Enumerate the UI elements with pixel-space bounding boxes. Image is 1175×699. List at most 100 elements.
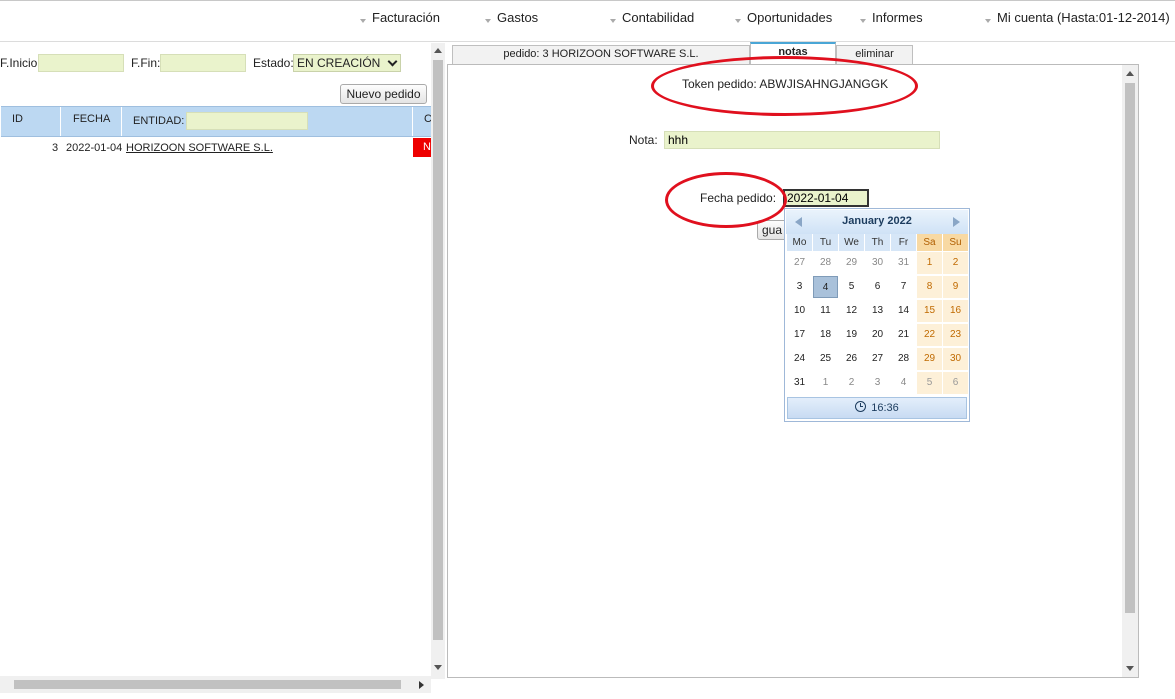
dropdown-arrow-icon [610,18,616,23]
nota-input[interactable] [664,131,940,149]
calendar-day[interactable]: 10 [787,300,812,322]
calendar-day[interactable]: 27 [865,348,890,370]
dropdown-arrow-icon [360,18,366,23]
nav-contabilidad[interactable]: Contabilidad [610,10,694,25]
f-inicio-label: F.Inicio: [0,56,41,70]
scroll-thumb[interactable] [1125,83,1135,613]
row-fecha: 2022-01-04 [66,142,123,154]
weekday-label: Fr [891,234,916,251]
pane-splitter-scrollbar[interactable] [431,43,445,679]
calendar-header: January 2022 [786,210,968,234]
calendar-day[interactable]: 8 [917,276,942,298]
calendar-day[interactable]: 21 [891,324,916,346]
scroll-up-icon[interactable] [1126,71,1134,76]
token-pedido-text: Token pedido: ABWJISAHNGJANGGK [682,77,889,91]
calendar-day[interactable]: 18 [813,324,838,346]
calendar-day[interactable]: 6 [943,372,968,394]
nota-label: Nota: [629,133,658,147]
dropdown-arrow-icon [860,18,866,23]
col-fecha[interactable]: FECHA [62,107,122,136]
calendar-day[interactable]: 17 [787,324,812,346]
scroll-up-icon[interactable] [434,48,442,53]
fecha-pedido-label: Fecha pedido: [700,191,777,205]
tab-pedido[interactable]: pedido: 3 HORIZOON SOFTWARE S.L. [452,45,750,64]
scroll-thumb[interactable] [433,60,443,640]
nav-oportunidades[interactable]: Oportunidades [735,10,832,25]
orders-list-pane: F.Inicio: F.Fin: Estado: EN CREACIÓN Nue… [0,43,432,693]
chevron-down-icon [387,56,398,67]
calendar-day[interactable]: 28 [813,252,838,274]
left-horizontal-scrollbar[interactable] [0,676,431,693]
calendar-day[interactable]: 11 [813,300,838,322]
nav-mi-cuenta[interactable]: Mi cuenta (Hasta:01-12-2014) [985,10,1170,25]
calendar-day[interactable]: 16 [943,300,968,322]
calendar-day[interactable]: 2 [839,372,864,394]
calendar-day[interactable]: 28 [891,348,916,370]
calendar-month-title: January 2022 [842,215,912,227]
dropdown-arrow-icon [985,18,991,23]
calendar-day[interactable]: 3 [865,372,890,394]
weekday-label: We [839,234,864,251]
nav-gastos[interactable]: Gastos [485,10,538,25]
scroll-down-icon[interactable] [1126,666,1134,671]
next-month-icon[interactable] [953,217,960,227]
calendar-day[interactable]: 2 [943,252,968,274]
calendar-day[interactable]: 14 [891,300,916,322]
calendar-day[interactable]: 24 [787,348,812,370]
estado-select[interactable]: EN CREACIÓN [293,54,401,72]
calendar-day[interactable]: 29 [917,348,942,370]
f-fin-input[interactable] [160,54,246,72]
weekday-label: Tu [813,234,838,251]
top-navigation: Facturación Gastos Contabilidad Oportuni… [0,0,1175,42]
calendar-day[interactable]: 3 [787,276,812,298]
calendar-day[interactable]: 1 [917,252,942,274]
calendar-day[interactable]: 5 [839,276,864,298]
scroll-right-icon[interactable] [419,681,424,689]
calendar-day[interactable]: 31 [787,372,812,394]
scroll-down-icon[interactable] [434,665,442,670]
tab-eliminar[interactable]: eliminar [836,45,913,64]
entidad-filter-input[interactable] [186,112,308,130]
weekday-label: Th [865,234,890,251]
fecha-pedido-input[interactable] [783,189,869,207]
row-entidad-link[interactable]: HORIZOON SOFTWARE S.L. [126,142,273,154]
calendar-day[interactable]: 5 [917,372,942,394]
col-id[interactable]: ID [1,107,61,136]
scroll-thumb[interactable] [14,680,401,689]
calendar-day[interactable]: 13 [865,300,890,322]
calendar-day[interactable]: 19 [839,324,864,346]
calendar-day[interactable]: 30 [943,348,968,370]
calendar-day[interactable]: 15 [917,300,942,322]
grid-header: ID FECHA ENTIDAD: C [1,106,432,137]
clock-icon [855,401,867,412]
calendar-day[interactable]: 20 [865,324,890,346]
calendar-day[interactable]: 31 [891,252,916,274]
calendar-day[interactable]: 7 [891,276,916,298]
calendar-time-button[interactable]: 16:36 [787,397,967,419]
calendar-day[interactable]: 27 [787,252,812,274]
right-vertical-scrollbar[interactable] [1122,65,1138,677]
f-inicio-input[interactable] [38,54,124,72]
calendar-day[interactable]: 25 [813,348,838,370]
col-extra[interactable]: C [414,107,432,136]
row-status-badge: N [413,138,431,157]
calendar-day[interactable]: 1 [813,372,838,394]
calendar-day[interactable]: 22 [917,324,942,346]
calendar-day[interactable]: 30 [865,252,890,274]
nuevo-pedido-button[interactable]: Nuevo pedido [340,84,427,104]
calendar-day[interactable]: 23 [943,324,968,346]
nav-facturacion[interactable]: Facturación [360,10,440,25]
calendar-day[interactable]: 6 [865,276,890,298]
guardar-button[interactable]: gua [757,220,787,240]
tab-notas[interactable]: notas [750,42,836,65]
calendar-day[interactable]: 26 [839,348,864,370]
estado-label: Estado: [253,56,294,70]
calendar-day[interactable]: 12 [839,300,864,322]
calendar-day[interactable]: 9 [943,276,968,298]
calendar-day[interactable]: 4 [891,372,916,394]
calendar-day[interactable]: 29 [839,252,864,274]
nav-informes[interactable]: Informes [860,10,923,25]
calendar-day[interactable]: 4 [813,276,838,298]
date-picker-calendar: January 2022 Mo Tu We Th Fr Sa Su 27 28 29 30 31 1 2… [784,208,970,422]
f-fin-label: F.Fin: [131,56,161,70]
